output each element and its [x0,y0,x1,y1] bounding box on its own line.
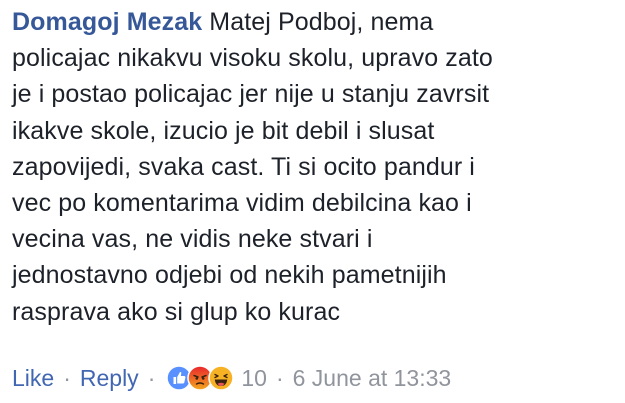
reply-button[interactable]: Reply [80,365,139,392]
reactions-summary[interactable] [166,365,235,391]
action-separator: · [275,364,284,391]
like-button[interactable]: Like [12,365,54,392]
action-separator: · [147,364,156,391]
haha-icon [208,365,235,391]
action-separator: · [63,364,71,391]
comment-actions: Like · Reply · 10 · 6 June at 13:33 [12,358,451,398]
comment-author-link[interactable]: Domagoj Mezak [12,8,202,36]
reaction-count[interactable]: 10 [241,365,267,392]
comment-body: Domagoj Mezak Matej Podboj, nema policaj… [12,0,617,330]
comment-text: Matej Podboj, nema policajac nikakvu vis… [12,8,493,326]
comment-timestamp[interactable]: 6 June at 13:33 [293,365,452,392]
comment: Domagoj Mezak Matej Podboj, nema policaj… [12,0,617,330]
